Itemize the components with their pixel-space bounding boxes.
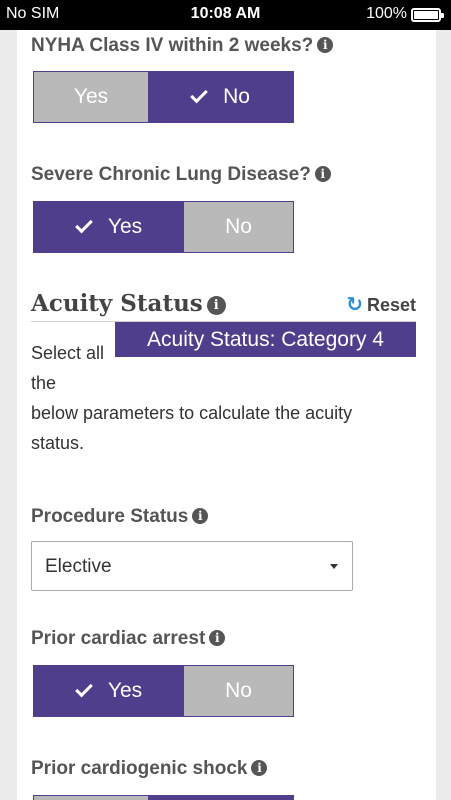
lung-toggle: Yes No	[33, 201, 294, 253]
nyha-yes-button[interactable]: Yes	[34, 72, 148, 122]
acuity-status-badge: Acuity Status: Category 4	[115, 322, 416, 357]
acuity-description-line: below parameters to calculate the acuity	[31, 403, 353, 423]
nyha-question-text: NYHA Class IV within 2 weeks?	[31, 35, 314, 56]
nyha-toggle: Yes No	[33, 71, 294, 123]
cardiac-arrest-label: Prior cardiac arrest i	[31, 628, 226, 650]
lung-yes-label: Yes	[107, 215, 143, 238]
check-icon	[75, 215, 93, 234]
cardiogenic-shock-yes-button[interactable]	[34, 796, 148, 800]
info-icon[interactable]: i	[251, 760, 268, 776]
procedure-status-text: Procedure Status	[31, 506, 189, 527]
cardiogenic-shock-text: Prior cardiogenic shock	[31, 758, 248, 779]
info-icon[interactable]: i	[314, 166, 331, 182]
cardiac-arrest-no-button[interactable]: No	[184, 666, 293, 716]
lung-no-button[interactable]: No	[184, 202, 293, 252]
cardiogenic-shock-toggle	[33, 795, 294, 800]
lung-question-label: Severe Chronic Lung Disease? i	[31, 164, 331, 186]
reset-button[interactable]: ↻ Reset	[346, 292, 416, 317]
nyha-yes-label: Yes	[73, 85, 109, 108]
nyha-question-label: NYHA Class IV within 2 weeks? i	[31, 35, 334, 57]
lung-question-text: Severe Chronic Lung Disease?	[31, 164, 311, 185]
procedure-status-select[interactable]: Elective	[31, 541, 353, 591]
cardiac-arrest-toggle: Yes No	[33, 665, 294, 717]
nyha-no-label: No	[223, 85, 250, 108]
procedure-status-label: Procedure Status i	[31, 506, 209, 528]
procedure-status-value: Elective	[45, 556, 112, 577]
battery-icon	[411, 8, 444, 22]
acuity-description-line: the	[31, 373, 57, 393]
info-icon[interactable]: i	[209, 630, 226, 646]
lung-yes-button[interactable]: Yes	[34, 202, 184, 252]
cardiac-arrest-text: Prior cardiac arrest	[31, 628, 206, 649]
cardiac-arrest-yes-button[interactable]: Yes	[34, 666, 184, 716]
check-icon	[75, 679, 93, 698]
cardiogenic-shock-label: Prior cardiogenic shock i	[31, 758, 268, 780]
cardiogenic-shock-no-button[interactable]	[148, 796, 293, 800]
nyha-no-button[interactable]: No	[148, 72, 293, 122]
cardiac-arrest-no-label: No	[225, 679, 252, 702]
info-icon[interactable]: i	[206, 296, 226, 315]
lung-no-label: No	[225, 215, 252, 238]
battery-percent: 100%	[366, 5, 407, 22]
acuity-description-line: status.	[31, 433, 85, 453]
check-icon	[190, 85, 208, 104]
info-icon[interactable]: i	[192, 508, 209, 524]
cardiac-arrest-yes-label: Yes	[107, 679, 143, 702]
refresh-icon: ↻	[346, 294, 363, 316]
acuity-description-line: Select all	[31, 343, 105, 363]
info-icon[interactable]: i	[317, 37, 334, 53]
section-title: Acuity Status i	[31, 290, 226, 317]
acuity-title-text: Acuity Status	[31, 290, 203, 317]
reset-label: Reset	[366, 295, 416, 315]
status-bar: No SIM 10:08 AM 100%	[0, 0, 451, 30]
chevron-down-icon	[330, 564, 338, 569]
